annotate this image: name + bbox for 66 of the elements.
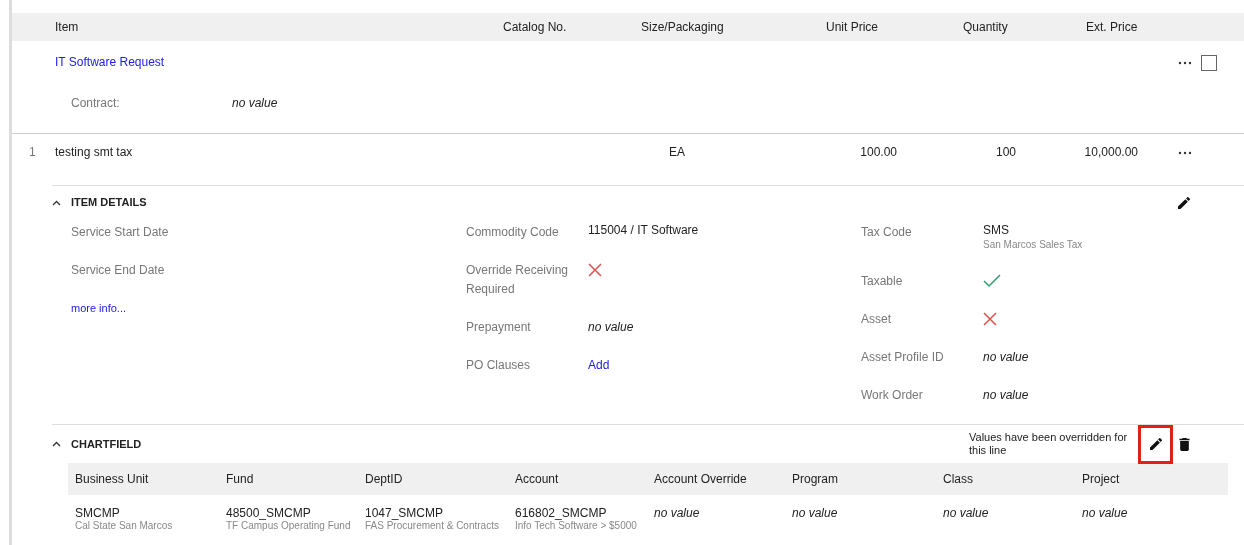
field-value: SMS [983, 223, 1010, 237]
chevron-up-icon[interactable] [52, 199, 61, 206]
ext-price: 10,000.00 [1084, 145, 1138, 159]
contract-label: Contract: [71, 95, 121, 112]
edit-button[interactable] [1138, 424, 1173, 464]
cell-value: no value [943, 506, 990, 520]
cell-description: Cal State San Marcos [75, 520, 174, 532]
section-title: ITEM DETAILS [71, 195, 148, 210]
more-icon[interactable] [1178, 150, 1192, 155]
section-title: CHARTFIELD [71, 438, 143, 450]
cell-value: 1047_SMCMP [365, 506, 445, 520]
request-title-link[interactable]: IT Software Request [55, 55, 165, 69]
cell-value: no value [654, 506, 701, 520]
field-label: Service Start Date [71, 224, 170, 241]
field-label: Prepayment [466, 319, 532, 336]
field-description: San Marcos Sales Tax [983, 238, 1084, 252]
cell-value: 48500_SMCMP [226, 506, 312, 520]
field-label: PO Clauses [466, 357, 532, 374]
edit-icon [1149, 438, 1162, 450]
line-number: 1 [28, 145, 36, 159]
field-value: no value [983, 349, 1030, 366]
field-label: Taxable [861, 273, 904, 290]
column-header: Business Unit [74, 472, 150, 486]
override-note: Values have been overridden for this line [969, 431, 1129, 457]
field-label: Commodity Code [466, 224, 560, 241]
cell-value: SMCMP [75, 506, 121, 520]
column-header: DeptID [364, 472, 404, 486]
edit-icon [1178, 196, 1190, 209]
contract-value: no value [232, 95, 278, 112]
cell-value: no value [1082, 506, 1129, 520]
column-header: Fund [225, 472, 255, 486]
field-label: Asset [861, 311, 892, 328]
column-header: Size/Packaging [640, 20, 725, 34]
quantity-value: 100 [996, 145, 1017, 159]
field-label: Service End Date [71, 262, 166, 279]
field-label: Work Order [861, 387, 924, 404]
more-info-link[interactable]: more info... [71, 302, 127, 314]
chevron-up-icon[interactable] [52, 441, 61, 447]
cell-description: Info Tech Software > $5000 [515, 520, 638, 532]
size-value: EA [669, 145, 685, 159]
item-name: testing smt tax [55, 144, 134, 161]
cell-description: TF Campus Operating Fund [226, 520, 352, 532]
column-header: Program [791, 472, 839, 486]
column-header: Account Override [653, 472, 748, 486]
column-header: Quantity [962, 20, 1009, 34]
column-header: Project [1081, 472, 1121, 486]
field-value: no value [588, 319, 635, 336]
column-header: Item [55, 20, 80, 34]
column-header: Unit Price [825, 20, 879, 34]
cell-description: FAS Procurement & Contracts [365, 520, 500, 532]
column-header: Ext. Price [1085, 20, 1139, 34]
add-link[interactable]: Add [588, 358, 610, 372]
cell-value: 616802_SMCMP [515, 506, 608, 520]
checkbox[interactable] [1201, 54, 1217, 71]
field-label: Override Receiving Required [466, 262, 570, 298]
field-label: Tax Code [861, 224, 913, 241]
column-header: Class [942, 472, 974, 486]
column-header: Catalog No. [502, 20, 568, 34]
field-label: Asset Profile ID [861, 349, 945, 366]
field-value: 115004 / IT Software [588, 223, 700, 237]
column-header: Account [514, 472, 560, 486]
more-icon[interactable] [1178, 60, 1192, 65]
delete-icon[interactable] [1179, 437, 1190, 451]
field-value: no value [983, 387, 1030, 404]
unit-price: 100.00 [860, 145, 897, 159]
cell-value: no value [792, 506, 839, 520]
